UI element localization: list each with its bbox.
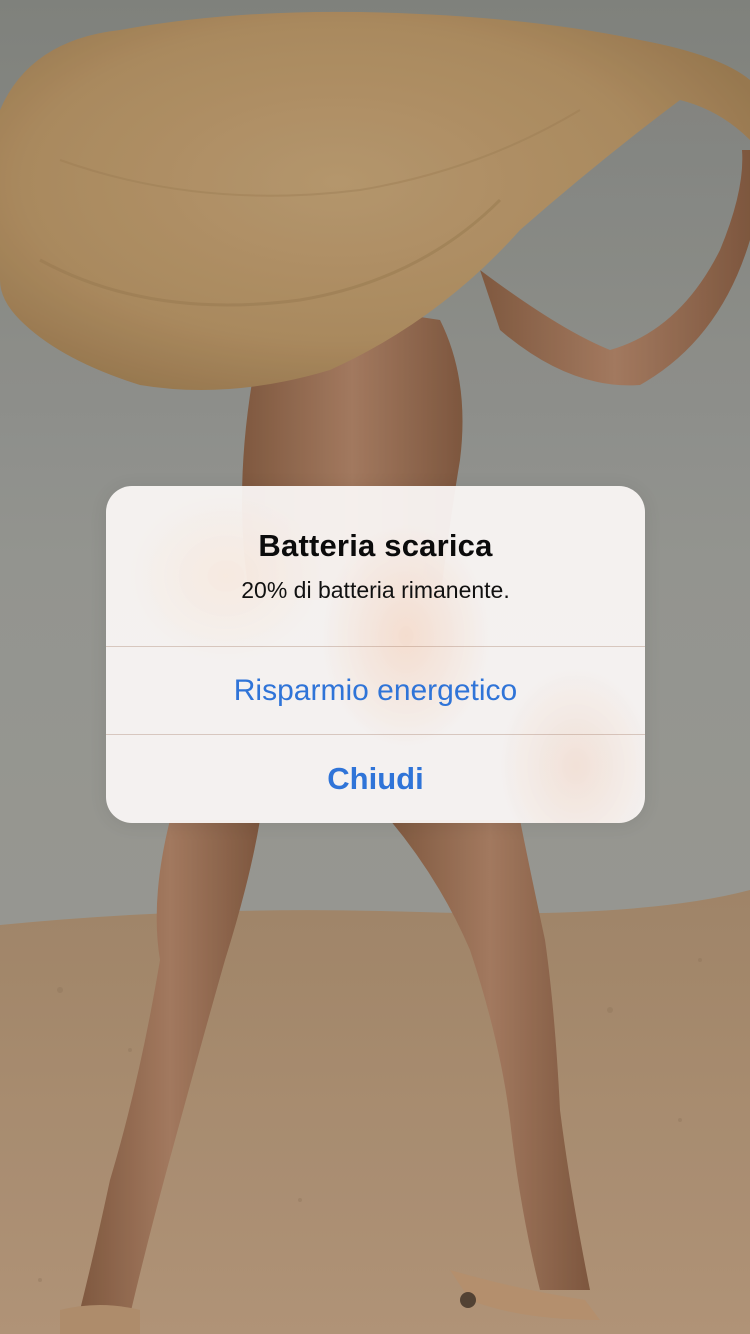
alert-header: Batteria scarica 20% di batteria rimanen… xyxy=(106,486,645,646)
alert-message: 20% di batteria rimanente. xyxy=(241,577,510,603)
close-button[interactable]: Chiudi xyxy=(106,735,645,823)
lock-screen: Batteria scarica 20% di batteria rimanen… xyxy=(0,0,750,1334)
low-battery-alert: Batteria scarica 20% di batteria rimanen… xyxy=(106,486,645,823)
alert-title: Batteria scarica xyxy=(258,528,493,563)
low-power-mode-button[interactable]: Risparmio energetico xyxy=(106,647,645,735)
